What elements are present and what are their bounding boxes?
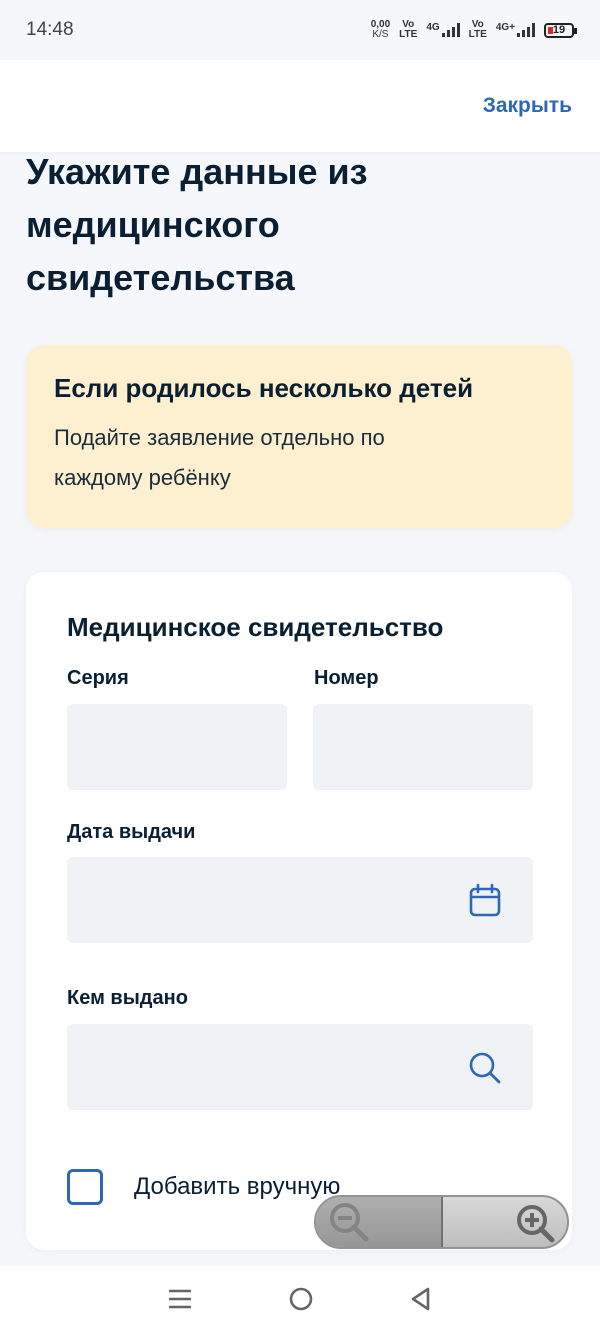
status-bar: 14:48 0,00 K/S Vo LTE 4G Vo LTE 4G+ 19 [0,0,600,60]
issued-by-input[interactable] [67,1024,533,1110]
top-bar: Закрыть [0,60,600,152]
zoom-in-icon [517,1205,555,1243]
number-label: Номер [314,667,379,689]
sim1-volte: Vo LTE [399,19,418,40]
sim1-signal: 4G [426,23,460,37]
page-title: Укажите данные из медицинского свидетель… [26,151,368,298]
status-time: 14:48 [26,19,74,40]
series-field[interactable] [67,704,287,790]
manual-entry-checkbox[interactable] [67,1169,103,1205]
battery-icon: 19 [544,22,577,38]
signal-bars-icon [517,23,535,37]
issue-date-input[interactable] [67,857,533,943]
search-icon[interactable] [467,1050,503,1086]
medical-certificate-form: Медицинское свидетельство Серия Номер Да… [26,572,572,1250]
manual-entry-label[interactable]: Добавить вручную [134,1173,340,1201]
sim2-signal: 4G+ [496,23,535,37]
zoom-out-icon [330,1203,369,1242]
series-input[interactable] [67,704,287,790]
zoom-out-button[interactable] [316,1197,443,1247]
notice-title: Если родилось несколько детей [54,373,474,403]
zoom-control[interactable] [314,1195,569,1249]
number-field[interactable] [313,704,533,790]
signal-bars-icon [441,23,460,37]
issued-by-label: Кем выдано [67,987,188,1009]
form-title: Медицинское свидетельство [67,612,444,642]
issued-by-field[interactable] [67,1024,533,1110]
notice-text: Подайте заявление отдельно по каждому ре… [54,425,385,490]
network-speed: 0,00 K/S [370,19,391,40]
multiple-children-notice: Если родилось несколько детей Подайте за… [26,345,572,528]
number-input[interactable] [313,704,533,790]
zoom-in-button[interactable] [443,1197,568,1247]
home-icon[interactable] [288,1286,314,1312]
issue-date-field[interactable] [67,857,533,943]
sim2-volte: Vo LTE [468,19,487,40]
series-label: Серия [67,667,129,689]
status-indicators: 0,00 K/S Vo LTE 4G Vo LTE 4G+ 19 [370,19,577,40]
manual-entry-row[interactable]: Добавить вручную [67,1169,340,1205]
back-icon[interactable] [409,1286,433,1312]
close-button[interactable]: Закрыть [483,94,572,118]
navigation-bar [0,1266,600,1332]
menu-icon[interactable] [167,1287,193,1311]
calendar-icon[interactable] [467,882,503,918]
issue-date-label: Дата выдачи [67,821,196,843]
